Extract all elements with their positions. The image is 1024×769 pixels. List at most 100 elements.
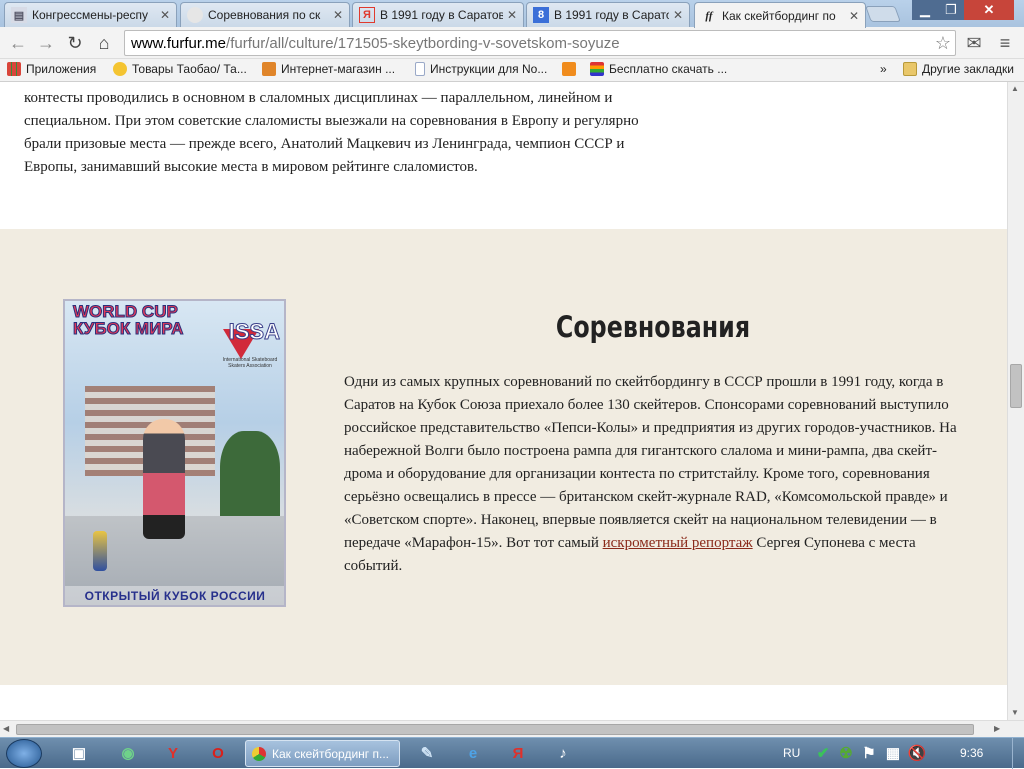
- download-icon: [590, 62, 604, 76]
- close-tab-icon[interactable]: ✕: [160, 8, 170, 22]
- scroll-up-icon[interactable]: ▲: [1011, 84, 1019, 93]
- scroll-thumb[interactable]: [1010, 364, 1022, 408]
- report-link[interactable]: искрометный репортаж: [603, 535, 753, 551]
- scroll-left-icon[interactable]: ◀: [3, 724, 9, 733]
- bookmark-label: Инструкции для No...: [430, 62, 548, 76]
- taobao-icon: [113, 62, 127, 76]
- poster-tree: [220, 431, 280, 521]
- speaker-app-icon[interactable]: ♪: [550, 742, 576, 764]
- shop-icon: [262, 62, 276, 76]
- menu-icon[interactable]: ≡: [993, 31, 1017, 55]
- poster-skater: [143, 419, 185, 539]
- section-footer-space: [0, 685, 1007, 720]
- section-heading: Соревнования: [555, 310, 751, 344]
- back-icon[interactable]: ←: [6, 31, 30, 55]
- bookmark-apps[interactable]: Приложения: [7, 62, 96, 76]
- poster-issa-subtitle: International Skateboard Skaters Associa…: [222, 357, 278, 369]
- url-host: www.furfur.me: [131, 34, 227, 52]
- yandex-icon[interactable]: Я: [505, 742, 531, 764]
- close-tab-icon[interactable]: ✕: [333, 8, 343, 22]
- address-bar[interactable]: www.furfur.me/furfur/all/culture/171505-…: [124, 30, 956, 56]
- tab-strip: ▤ Конгрессмены-респу ✕ Соревнования по с…: [0, 0, 1024, 28]
- reload-icon[interactable]: ↻: [63, 31, 87, 55]
- overflow-chevron: »: [880, 62, 887, 76]
- chrome-icon: [252, 746, 266, 761]
- close-tab-icon[interactable]: ✕: [673, 8, 683, 22]
- toolbar: ← → ↻ ⌂ www.furfur.me/furfur/all/culture…: [0, 27, 1024, 59]
- tab-title: В 1991 году в Сарато: [554, 8, 669, 22]
- mail-icon[interactable]: ✉: [962, 31, 986, 55]
- opera-icon[interactable]: O: [205, 742, 231, 764]
- star-icon[interactable]: ☆: [935, 33, 951, 54]
- bookmark-shop[interactable]: Интернет-магазин ...: [262, 62, 395, 76]
- h-scroll-thumb[interactable]: [16, 724, 974, 735]
- ie-icon[interactable]: e: [460, 742, 486, 764]
- page-icon: [415, 62, 425, 76]
- browser-globe-icon[interactable]: ◉: [115, 742, 141, 764]
- poster-title: WORLD CUP КУБОК МИРА: [72, 302, 184, 338]
- other-bookmarks[interactable]: Другие закладки: [903, 62, 1014, 76]
- tab-title: Конгрессмены-респу: [32, 8, 149, 22]
- minimize-button[interactable]: ▁: [912, 0, 938, 20]
- bookmark-download[interactable]: Бесплатно скачать ...: [590, 62, 727, 76]
- page-content: контесты проводились в основном в слалом…: [0, 82, 1007, 720]
- windows-taskbar: ▣ ◉ Y O Как скейтбординг п... ✎ e Я ♪ RU…: [0, 737, 1024, 769]
- horizontal-scrollbar[interactable]: ◀ ▶: [0, 720, 1024, 737]
- close-tab-icon[interactable]: ✕: [849, 9, 859, 23]
- scroll-down-icon[interactable]: ▼: [1011, 708, 1019, 717]
- tab-5-active[interactable]: ff Как скейтбординг по ✕: [694, 2, 866, 28]
- task-label: Как скейтбординг п...: [272, 746, 389, 761]
- blank-icon: [187, 7, 203, 23]
- bookmark-label: Товары Таобао/ Та...: [132, 62, 247, 76]
- bookmark-label: Интернет-магазин ...: [281, 62, 396, 76]
- url-path: /furfur/all/culture/171505-skeytbording-…: [226, 34, 620, 52]
- network-tray-icon[interactable]: ▦: [880, 742, 906, 764]
- odnoklassniki-icon: [562, 62, 576, 76]
- tab-title: Как скейтбординг по: [722, 8, 836, 23]
- yandex-browser-icon[interactable]: Y: [160, 742, 186, 764]
- bus-icon[interactable]: ▣: [66, 742, 92, 764]
- maximize-button[interactable]: ❐: [938, 0, 964, 20]
- forward-icon[interactable]: →: [34, 31, 58, 55]
- article-intro-section: контесты проводились в основном в слалом…: [0, 82, 1007, 229]
- close-window-button[interactable]: ✕: [964, 0, 1014, 20]
- start-button[interactable]: [6, 739, 42, 768]
- home-icon[interactable]: ⌂: [92, 31, 116, 55]
- show-desktop-button[interactable]: [1012, 738, 1024, 769]
- apps-icon: [7, 62, 21, 76]
- world-cup-poster-image: WORLD CUP КУБОК МИРА ISSA International S…: [63, 299, 286, 607]
- new-tab-button[interactable]: [865, 6, 901, 22]
- paragraph-text: Одни из самых крупных соревнований по ск…: [344, 374, 957, 551]
- bookmark-label: Приложения: [26, 62, 97, 76]
- bookmark-odnoklassniki[interactable]: [562, 62, 581, 76]
- clock[interactable]: 9:36: [960, 746, 983, 760]
- bookmark-instructions[interactable]: Инструкции для No...: [415, 62, 547, 76]
- poster-bottom-text: ОТКРЫТЫЙ КУБОК РОССИИ: [84, 589, 266, 603]
- tab-4[interactable]: 8 В 1991 году в Сарато ✕: [526, 2, 690, 27]
- google-icon: 8: [533, 7, 549, 23]
- intro-paragraph: контесты проводились в основном в слалом…: [24, 90, 639, 175]
- document-icon: ▤: [11, 7, 27, 23]
- bookmark-taobao[interactable]: Товары Таобао/ Та...: [113, 62, 247, 76]
- flag-tray-icon[interactable]: ⚑: [856, 742, 882, 764]
- poster-pepsi-bottle: [93, 531, 107, 571]
- tab-title: В 1991 году в Саратов: [380, 8, 503, 22]
- section-paragraph: Одни из самых крупных соревнований по ск…: [344, 371, 969, 578]
- volume-muted-icon[interactable]: 🔇: [904, 742, 930, 764]
- folder-icon: [903, 62, 917, 76]
- tab-3[interactable]: Я В 1991 году в Саратов ✕: [352, 2, 524, 27]
- scroll-right-icon[interactable]: ▶: [994, 724, 1000, 733]
- bookmark-label: Другие закладки: [922, 62, 1014, 76]
- close-tab-icon[interactable]: ✕: [507, 8, 517, 22]
- tab-2[interactable]: Соревнования по ск ✕: [180, 2, 350, 27]
- bookmark-label: Бесплатно скачать ...: [609, 62, 728, 76]
- poster-issa-logo: ISSA: [228, 319, 280, 345]
- paint-icon[interactable]: ✎: [414, 742, 440, 764]
- taskbar-chrome-task[interactable]: Как скейтбординг п...: [245, 740, 400, 767]
- furfur-icon: ff: [705, 9, 713, 22]
- tab-1[interactable]: ▤ Конгрессмены-респу ✕: [4, 2, 177, 27]
- vertical-scrollbar[interactable]: ▲ ▼: [1007, 82, 1024, 720]
- language-indicator[interactable]: RU: [783, 746, 800, 760]
- bookmarks-bar: Приложения Товары Таобао/ Та... Интернет…: [0, 59, 1024, 82]
- bookmarks-overflow-button[interactable]: »: [880, 62, 887, 76]
